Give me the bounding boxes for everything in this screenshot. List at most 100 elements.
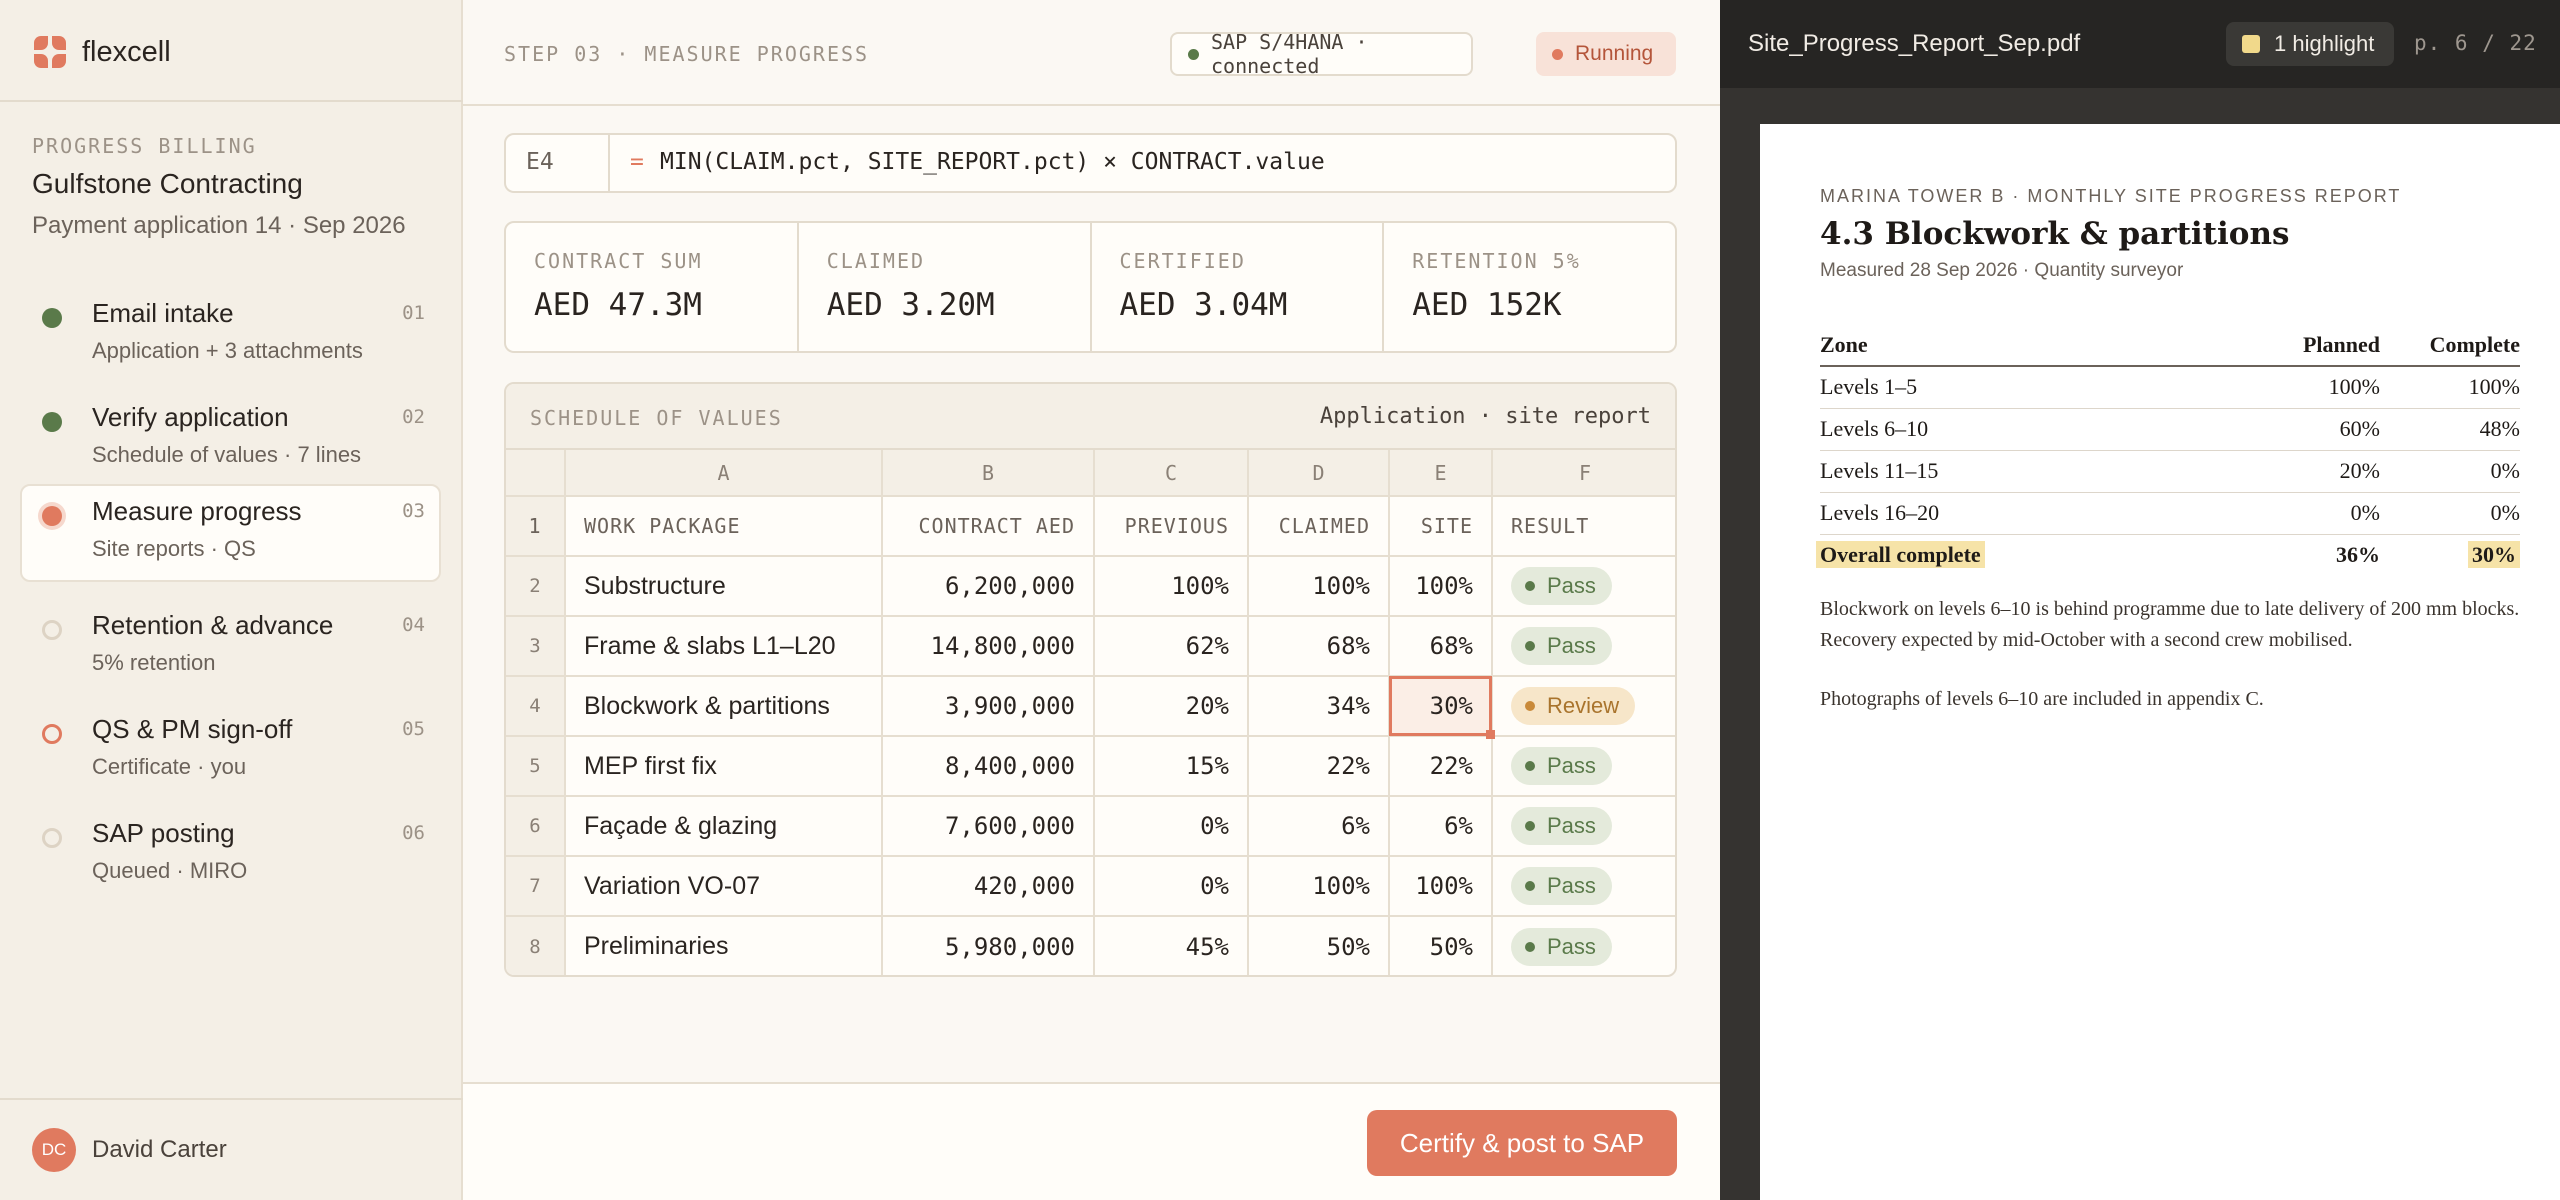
pass-badge[interactable]: Pass [1511, 627, 1612, 665]
site-pct-cell[interactable]: 100% [1389, 856, 1493, 917]
claimed-pct-cell[interactable]: 100% [1248, 556, 1390, 617]
doc-paragraph: Blockwork on levels 6–10 is behind progr… [1820, 598, 2520, 651]
step-title: Verify application [92, 402, 289, 432]
contract-value-cell[interactable]: 7,600,000 [882, 796, 1095, 857]
step-sap-posting[interactable]: SAP posting Queued · MIRO 06 [20, 806, 441, 904]
step-verify-application[interactable]: Verify application Schedule of values · … [20, 390, 441, 488]
column-letter[interactable]: E [1389, 450, 1493, 497]
row-number[interactable]: 7 [506, 856, 566, 917]
sap-connection-chip[interactable]: SAP S/4HANA · connected [1170, 30, 1473, 78]
corner-cell[interactable] [506, 450, 566, 497]
previous-pct-cell[interactable]: 20% [1094, 676, 1249, 737]
result-cell[interactable]: Pass [1492, 556, 1675, 617]
review-badge[interactable]: Review [1511, 687, 1636, 725]
formula-expression[interactable]: MIN(CLAIM.pct, SITE_REPORT.pct) × CONTRA… [660, 149, 1325, 175]
step-email-intake[interactable]: Email intake Application + 3 attachments… [20, 286, 441, 384]
action-footer: Certify & post to SAP [463, 1082, 1720, 1200]
previous-pct-cell[interactable]: 100% [1094, 556, 1249, 617]
column-header[interactable]: CLAIMED [1248, 496, 1390, 557]
row-number[interactable]: 6 [506, 796, 566, 857]
row-number[interactable]: 4 [506, 676, 566, 737]
pass-badge[interactable]: Pass [1511, 747, 1612, 785]
work-package-cell[interactable]: Frame & slabs L1–L20 [565, 616, 883, 677]
sidebar: flexcell PROGRESS BILLING Gulfstone Cont… [0, 0, 463, 1200]
step-subtitle: Schedule of values · 7 lines [92, 442, 362, 467]
column-header[interactable]: SITE [1389, 496, 1493, 557]
fill-handle[interactable] [1486, 730, 1495, 739]
column-letter[interactable]: D [1248, 450, 1390, 497]
result-cell[interactable]: Pass [1492, 796, 1675, 857]
contract-value-cell[interactable]: 420,000 [882, 856, 1095, 917]
previous-pct-cell[interactable]: 62% [1094, 616, 1249, 677]
work-package-cell[interactable]: Substructure [565, 556, 883, 617]
contract-value-cell[interactable]: 14,800,000 [882, 616, 1095, 677]
badge-label: Pass [1547, 873, 1596, 898]
user-profile[interactable]: DC David Carter [32, 1128, 227, 1172]
claimed-pct-cell[interactable]: 68% [1248, 616, 1390, 677]
column-header[interactable]: CONTRACT AED [882, 496, 1095, 557]
result-cell[interactable]: Pass [1492, 916, 1675, 975]
previous-pct-cell[interactable]: 45% [1094, 916, 1249, 975]
result-cell[interactable]: Pass [1492, 736, 1675, 797]
work-package-cell[interactable]: Variation VO-07 [565, 856, 883, 917]
previous-pct-cell[interactable]: 15% [1094, 736, 1249, 797]
result-cell[interactable]: Pass [1492, 856, 1675, 917]
column-header[interactable]: RESULT [1492, 496, 1675, 557]
claimed-pct-cell[interactable]: 100% [1248, 856, 1390, 917]
row-number[interactable]: 2 [506, 556, 566, 617]
pass-badge[interactable]: Pass [1511, 567, 1612, 605]
pass-badge[interactable]: Pass [1511, 807, 1612, 845]
site-pct-cell[interactable]: 100% [1389, 556, 1493, 617]
highlights-button[interactable]: 1 highlight [2226, 22, 2394, 66]
column-header[interactable]: WORK PACKAGE [565, 496, 883, 557]
highlighted-text[interactable]: Overall complete [1816, 541, 1985, 569]
row-number[interactable]: 3 [506, 616, 566, 677]
column-letter[interactable]: F [1492, 450, 1675, 497]
step-retention-advance[interactable]: Retention & advance 5% retention 04 [20, 598, 441, 696]
column-letter[interactable]: B [882, 450, 1095, 497]
claimed-pct-cell[interactable]: 22% [1248, 736, 1390, 797]
step-number: 03 [402, 500, 425, 522]
step-qs-pm-signoff[interactable]: QS & PM sign-off Certificate · you 05 [20, 702, 441, 800]
claimed-pct-cell[interactable]: 34% [1248, 676, 1390, 737]
row-number[interactable]: 5 [506, 736, 566, 797]
brand[interactable]: flexcell [32, 33, 171, 71]
result-cell[interactable]: Pass [1492, 616, 1675, 677]
table-row: 2 Substructure 6,200,000 100% 100% 100% Pass [506, 556, 1675, 617]
contract-value-cell[interactable]: 3,900,000 [882, 676, 1095, 737]
column-header[interactable]: PREVIOUS [1094, 496, 1249, 557]
cell-reference[interactable]: E4 [506, 135, 610, 191]
column-letter[interactable]: C [1094, 450, 1249, 497]
pdf-page: MARINA TOWER B · MONTHLY SITE PROGRESS R… [1760, 124, 2560, 1200]
previous-pct-cell[interactable]: 0% [1094, 796, 1249, 857]
pass-badge[interactable]: Pass [1511, 927, 1612, 966]
work-package-cell[interactable]: Façade & glazing [565, 796, 883, 857]
site-pct-cell[interactable]: 22% [1389, 736, 1493, 797]
site-pct-cell[interactable]: 50% [1389, 916, 1493, 975]
claimed-pct-cell[interactable]: 6% [1248, 796, 1390, 857]
column-letter[interactable]: A [565, 450, 883, 497]
formula-bar[interactable]: E4 = MIN(CLAIM.pct, SITE_REPORT.pct) × C… [504, 133, 1677, 193]
brand-name: flexcell [82, 35, 171, 68]
work-package-cell[interactable]: Preliminaries [565, 916, 883, 975]
contract-value-cell[interactable]: 5,980,000 [882, 916, 1095, 975]
table-cell: 60% [2240, 408, 2380, 451]
contract-value-cell[interactable]: 6,200,000 [882, 556, 1095, 617]
work-package-cell[interactable]: Blockwork & partitions [565, 676, 883, 737]
row-number[interactable]: 1 [506, 496, 566, 557]
table-cell: Levels 11–15 [1820, 450, 2240, 493]
work-package-cell[interactable]: MEP first fix [565, 736, 883, 797]
selected-cell[interactable]: 30% [1389, 676, 1495, 739]
site-pct-cell[interactable]: 68% [1389, 616, 1493, 677]
claimed-pct-cell[interactable]: 50% [1248, 916, 1390, 975]
result-cell[interactable]: Review [1492, 676, 1675, 737]
previous-pct-cell[interactable]: 0% [1094, 856, 1249, 917]
row-number[interactable]: 8 [506, 916, 566, 975]
certify-post-sap-button[interactable]: Certify & post to SAP [1367, 1110, 1677, 1176]
status-dot-icon [1525, 581, 1535, 591]
pass-badge[interactable]: Pass [1511, 867, 1612, 905]
step-measure-progress[interactable]: Measure progress Site reports · QS 03 [20, 484, 441, 582]
highlighted-text[interactable]: 30% [2468, 541, 2520, 569]
contract-value-cell[interactable]: 8,400,000 [882, 736, 1095, 797]
site-pct-cell[interactable]: 6% [1389, 796, 1493, 857]
